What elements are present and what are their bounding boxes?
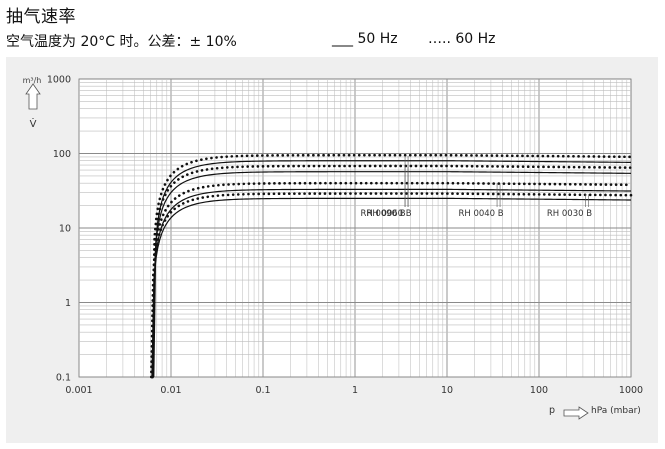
x-axis-arrow-icon [563,406,589,420]
y-tick-label: 10 [59,224,71,235]
y-axis-arrow-icon [25,83,41,110]
legend-60hz: ….. 60 Hz [428,31,496,47]
x-tick-label: 1000 [619,385,643,396]
x-tick-label: 0.001 [65,385,92,396]
y-tick-label: 1 [65,298,71,309]
y-tick-label: 100 [53,149,71,160]
x-axis-symbol: p [549,405,555,416]
legend-50hz: ___ 50 Hz [332,31,398,47]
page-title: 抽气速率 [6,7,76,27]
series-annotation-label: RH 0060 B [366,209,411,219]
y-axis-unit: m³/h [23,76,42,85]
y-tick-label: 0.1 [56,373,71,384]
x-tick-label: 0.01 [160,385,181,396]
pumping-speed-chart: 0.001 0.01 0.1 1 10 100 1000 0.1 1 10 100 1000 m³/h V… [23,75,643,420]
series-annotation-label: RH 0040 B [458,209,503,219]
x-axis-unit: hPa (mbar) [591,406,641,416]
x-tick-label: 0.1 [255,385,270,396]
chart-subtitle: 空气温度为 20°C 时。公差：± 10% [6,34,237,50]
y-tick-label: 1000 [47,75,71,86]
x-tick-label: 10 [441,385,453,396]
series-annotation-label: RH 0030 B [547,209,592,219]
x-tick-label: 100 [530,385,548,396]
y-axis-symbol: V̇ [30,117,37,130]
x-tick-label: 1 [352,385,358,396]
chart-panel: 0.001 0.01 0.1 1 10 100 1000 0.1 1 10 100 1000 m³/h V… [6,57,658,443]
